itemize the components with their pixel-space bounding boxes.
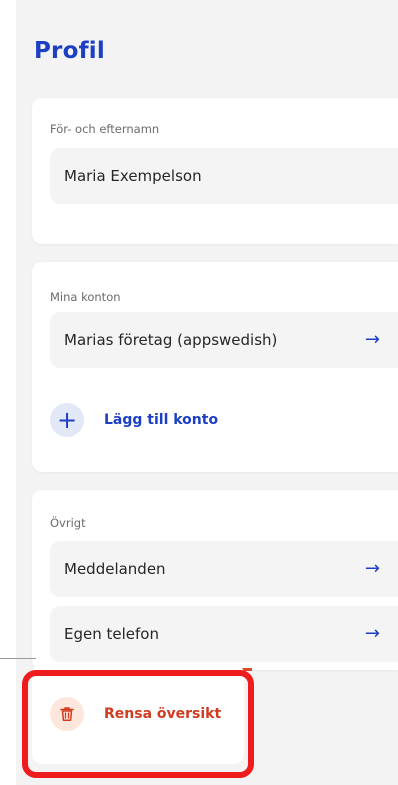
name-card: För- och efternamn Maria Exempelson xyxy=(32,98,398,244)
accounts-section-label: Mina konton xyxy=(50,290,121,304)
arrow-right-icon: → xyxy=(364,623,380,644)
accounts-card: Mina konton Marias företag (appswedish) … xyxy=(32,262,398,472)
trash-icon-glyph xyxy=(60,707,74,721)
account-row-label: Marias företag (appswedish) xyxy=(64,331,278,349)
divider-line xyxy=(0,658,36,659)
add-account-button[interactable]: + Lägg till konto xyxy=(50,402,218,438)
clear-overview-button[interactable]: Rensa översikt xyxy=(50,697,221,731)
name-field-label: För- och efternamn xyxy=(50,122,160,136)
messages-row[interactable]: Meddelanden → xyxy=(50,541,398,597)
name-field[interactable]: Maria Exempelson xyxy=(50,148,398,204)
account-row[interactable]: Marias företag (appswedish) → xyxy=(50,312,398,368)
other-card: Övrigt Meddelanden → Egen telefon → xyxy=(32,490,398,670)
messages-label: Meddelanden xyxy=(64,560,166,578)
clear-overview-card: Rensa översikt xyxy=(32,664,244,764)
arrow-right-icon: → xyxy=(364,558,380,579)
trash-icon xyxy=(50,697,84,731)
own-phone-row[interactable]: Egen telefon → xyxy=(50,606,398,662)
own-phone-label: Egen telefon xyxy=(64,625,159,643)
plus-icon: + xyxy=(50,403,84,437)
add-account-label: Lägg till konto xyxy=(104,412,219,428)
page-title: Profil xyxy=(34,38,105,64)
arrow-right-icon: → xyxy=(364,329,380,350)
name-value: Maria Exempelson xyxy=(64,167,202,185)
clear-overview-label: Rensa översikt xyxy=(104,706,222,722)
other-section-label: Övrigt xyxy=(50,516,86,530)
